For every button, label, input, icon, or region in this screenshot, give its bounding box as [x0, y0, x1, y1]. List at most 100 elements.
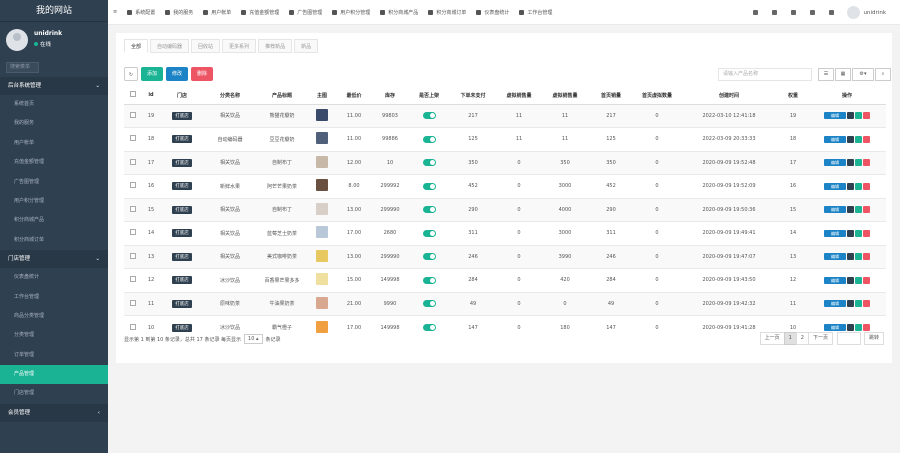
product-thumbnail[interactable] — [316, 226, 328, 239]
top-nav-item[interactable]: 积分商城产品 — [375, 0, 423, 25]
sidebar-item[interactable]: 充值金额管理 — [0, 153, 108, 172]
sidebar-item[interactable]: 仪表盘统计 — [0, 268, 108, 287]
pencil-icon[interactable] — [855, 135, 862, 143]
avatar[interactable] — [6, 29, 28, 51]
grid-view-icon[interactable]: ▦ — [835, 68, 851, 81]
row-checkbox[interactable] — [130, 182, 136, 189]
pencil-icon[interactable] — [855, 112, 862, 120]
edit-detail-button[interactable]: 编辑 — [824, 135, 846, 143]
trash-icon[interactable] — [863, 159, 870, 167]
on-sale-toggle[interactable] — [422, 206, 436, 214]
row-checkbox[interactable] — [130, 135, 136, 142]
top-nav-item[interactable]: 充值金额管理 — [236, 0, 284, 25]
search-input[interactable]: 请输入产品名称 — [718, 68, 812, 81]
delete-button[interactable]: 删除 — [191, 67, 214, 81]
trash-icon[interactable] — [863, 206, 870, 214]
sidebar-item[interactable]: 分类管理 — [0, 326, 108, 345]
plus-icon[interactable] — [847, 229, 854, 237]
pencil-icon[interactable] — [855, 276, 862, 284]
on-sale-toggle[interactable] — [422, 276, 436, 284]
top-user-name[interactable]: unidrink — [864, 10, 886, 16]
product-thumbnail[interactable] — [316, 296, 328, 309]
edit-detail-button[interactable]: 编辑 — [824, 229, 846, 237]
tab-5[interactable]: 新品 — [294, 39, 319, 53]
edit-button[interactable]: 修改 — [166, 67, 189, 81]
edit-detail-button[interactable]: 编辑 — [824, 276, 846, 284]
plus-icon[interactable] — [847, 253, 854, 261]
plus-icon[interactable] — [847, 206, 854, 214]
product-thumbnail[interactable] — [316, 132, 328, 145]
row-checkbox[interactable] — [130, 111, 136, 118]
row-checkbox[interactable] — [130, 205, 136, 212]
menu-group-shop[interactable]: 门店管理 ⌄ — [0, 250, 108, 269]
trash-icon[interactable] — [863, 229, 870, 237]
select-all-checkbox[interactable] — [130, 91, 136, 98]
menu-group-member[interactable]: 会员管理 ‹ — [0, 403, 108, 422]
fullscreen-icon[interactable] — [828, 10, 834, 15]
avatar[interactable] — [846, 6, 860, 19]
tab-1[interactable]: 自动编码器 — [150, 39, 190, 53]
sidebar-item[interactable]: 工作台管理 — [0, 288, 108, 307]
on-sale-toggle[interactable] — [422, 324, 436, 331]
trash-icon[interactable] — [863, 182, 870, 190]
top-nav-item[interactable]: 广告图管理 — [284, 0, 327, 25]
per-page-select[interactable]: 10 ▴ — [244, 334, 263, 344]
sidebar-item[interactable]: 广告图管理 — [0, 173, 108, 192]
edit-detail-button[interactable]: 编辑 — [824, 300, 846, 308]
plus-icon[interactable] — [847, 276, 854, 284]
layout-icon[interactable] — [752, 10, 758, 15]
on-sale-toggle[interactable] — [422, 135, 436, 143]
tab-2[interactable]: 回收站 — [191, 39, 221, 53]
row-checkbox[interactable] — [130, 276, 136, 283]
pencil-icon[interactable] — [855, 159, 862, 167]
sidebar-item[interactable]: 积分商城订单 — [0, 231, 108, 250]
row-checkbox[interactable] — [130, 158, 136, 165]
edit-detail-button[interactable]: 编辑 — [824, 159, 846, 167]
columns-icon[interactable]: ⚙▾ — [852, 68, 874, 81]
top-nav-item[interactable]: 用户帐单 — [198, 0, 236, 25]
row-checkbox[interactable] — [130, 252, 136, 259]
edit-detail-button[interactable]: 编辑 — [824, 206, 846, 214]
page-jump-input[interactable] — [836, 332, 861, 345]
tab-0[interactable]: 全部 — [124, 39, 149, 53]
sidebar-item[interactable]: 商品分类管理 — [0, 307, 108, 326]
edit-detail-button[interactable]: 编辑 — [824, 182, 846, 190]
refresh-icon[interactable]: ↻ — [124, 67, 138, 81]
sidebar-item[interactable]: 我的服务 — [0, 114, 108, 133]
trash-icon[interactable] — [863, 253, 870, 261]
refresh-icon[interactable] — [809, 10, 815, 15]
sidebar-item[interactable]: 积分商城产品 — [0, 211, 108, 230]
top-nav-item[interactable]: 积分商城订单 — [423, 0, 471, 25]
tab-4[interactable]: 推荐新品 — [258, 39, 293, 53]
sidebar-item[interactable]: 订单管理 — [0, 346, 108, 365]
product-thumbnail[interactable] — [316, 179, 328, 192]
plus-icon[interactable] — [847, 159, 854, 167]
add-button[interactable]: 添加 — [141, 67, 164, 81]
product-thumbnail[interactable] — [316, 202, 328, 215]
trash-icon[interactable] — [863, 135, 870, 143]
on-sale-toggle[interactable] — [422, 300, 436, 308]
pencil-icon[interactable] — [855, 206, 862, 214]
edit-detail-button[interactable]: 编辑 — [824, 324, 846, 331]
on-sale-toggle[interactable] — [422, 182, 436, 190]
trash-icon[interactable] — [790, 10, 796, 15]
prev-page-button[interactable]: 上一页 — [759, 332, 785, 345]
on-sale-toggle[interactable] — [422, 112, 436, 120]
trash-icon[interactable] — [863, 276, 870, 284]
plus-icon[interactable] — [847, 324, 854, 331]
product-thumbnail[interactable] — [316, 273, 328, 286]
sidebar-item[interactable]: 用户积分管理 — [0, 192, 108, 211]
on-sale-toggle[interactable] — [422, 253, 436, 261]
sidebar-item[interactable]: 系统首页 — [0, 95, 108, 114]
sidebar-item[interactable]: 门店管理 — [0, 384, 108, 403]
trash-icon[interactable] — [863, 324, 870, 331]
edit-detail-button[interactable]: 编辑 — [824, 112, 846, 120]
plus-icon[interactable] — [847, 135, 854, 143]
pencil-icon[interactable] — [855, 300, 862, 308]
top-nav-item[interactable]: 工作台管理 — [514, 0, 557, 25]
menu-toggle-button[interactable]: ≡ — [108, 0, 122, 25]
plus-icon[interactable] — [847, 300, 854, 308]
sidebar-search[interactable]: 搜索菜单 — [6, 62, 39, 73]
sidebar-item[interactable]: 产品管理 — [0, 365, 108, 385]
on-sale-toggle[interactable] — [422, 159, 436, 167]
